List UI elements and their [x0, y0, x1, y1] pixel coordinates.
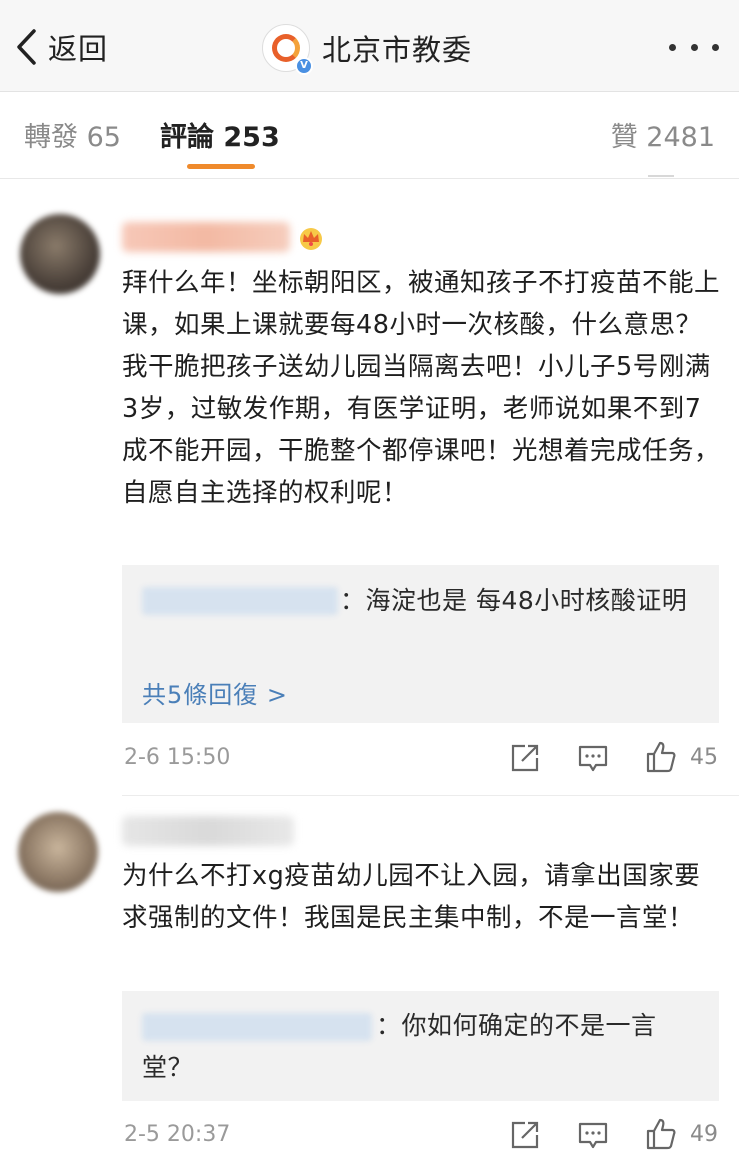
reply-text: ：你如何确定的不是一言堂？ [142, 1011, 657, 1082]
avatar[interactable] [20, 214, 100, 294]
account-logo: V [262, 24, 313, 75]
timestamp: 2-6 15:50 [124, 745, 231, 770]
view-replies-link[interactable]: 共5條回復 > [142, 675, 288, 710]
like-count: 45 [690, 745, 718, 770]
account-name: 北京市教委 [322, 33, 473, 67]
reply-text: ：海淀也是 每48小时核酸证明 [340, 586, 688, 615]
account-title[interactable]: V 北京市教委 [262, 22, 473, 75]
tab-repost[interactable]: 轉發 65 [24, 115, 121, 154]
like-icon[interactable] [644, 1117, 678, 1151]
share-icon[interactable] [508, 741, 542, 775]
like-count: 49 [690, 1122, 718, 1147]
username-blurred[interactable] [122, 222, 290, 252]
reply-preview[interactable]: ：你如何确定的不是一言堂？ [122, 991, 719, 1101]
divider [648, 175, 674, 177]
tab-comments[interactable]: 評論 253 [160, 115, 280, 154]
like-icon[interactable] [644, 740, 678, 774]
logo-mark-icon [272, 34, 300, 62]
more-options-icon[interactable] [669, 36, 719, 58]
back-button[interactable]: 返回 [14, 24, 108, 70]
timestamp: 2-5 20:37 [124, 1122, 231, 1147]
chevron-left-icon [17, 29, 36, 65]
share-icon[interactable] [508, 1118, 542, 1152]
comment-icon[interactable] [576, 741, 610, 775]
reply-preview[interactable]: ：海淀也是 每48小时核酸证明 共5條回復 > [122, 565, 719, 723]
crown-badge-icon [300, 228, 322, 250]
back-label: 返回 [48, 32, 109, 66]
tab-likes[interactable]: 贊 2481 [611, 115, 715, 154]
avatar[interactable] [18, 812, 98, 892]
comment-text: 为什么不打xg疫苗幼儿园不让入园，请拿出国家要求强制的文件！我国是民主集中制，不… [122, 861, 701, 933]
username-blurred[interactable] [122, 816, 294, 846]
top-nav-bar: 返回 V 北京市教委 [0, 0, 739, 92]
tab-bar: 轉發 65 評論 253 贊 2481 [0, 93, 739, 179]
divider [122, 795, 739, 796]
comment-icon[interactable] [576, 1118, 610, 1152]
comment-text: 拜什么年！坐标朝阳区，被通知孩子不打疫苗不能上课，如果上课就要每48小时一次核酸… [122, 268, 721, 508]
verified-badge-icon: V [295, 57, 313, 75]
active-tab-indicator [187, 164, 255, 169]
